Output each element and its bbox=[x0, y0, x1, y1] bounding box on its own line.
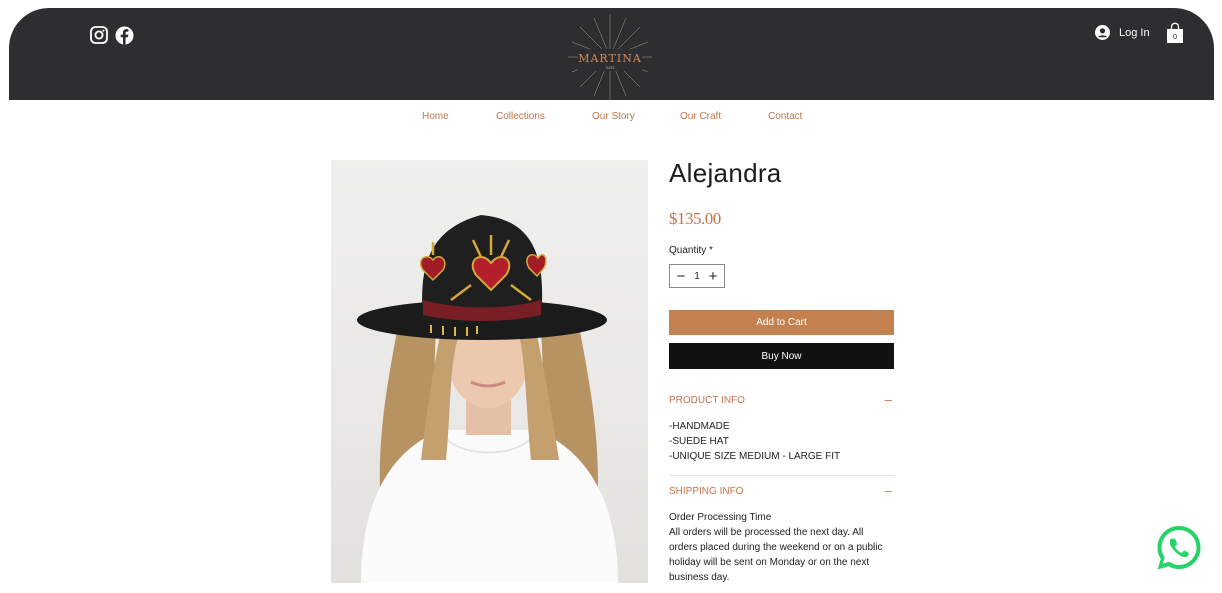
login-button[interactable]: Log In bbox=[1095, 25, 1150, 40]
shipping-info-line: business day. bbox=[669, 572, 730, 583]
shipping-info-line: orders placed during the weekend or on a… bbox=[669, 542, 883, 553]
quantity-label: Quantity * bbox=[669, 245, 713, 256]
main-nav: Home Collections Our Story Our Craft Con… bbox=[0, 111, 1222, 125]
shipping-info-line: Order Processing Time bbox=[669, 512, 772, 523]
product-title: Alejandra bbox=[669, 158, 782, 188]
site-header: MARTINA HATS Log In 0 bbox=[9, 8, 1214, 100]
nav-item-collections[interactable]: Collections bbox=[496, 111, 545, 122]
login-label: Log In bbox=[1119, 26, 1150, 39]
shipping-info-content: Order Processing Time All orders will be… bbox=[669, 510, 894, 585]
shipping-info-title: SHIPPING INFO bbox=[669, 486, 744, 497]
buy-now-button[interactable]: Buy Now bbox=[669, 343, 894, 369]
plus-icon[interactable]: + bbox=[706, 269, 720, 284]
product-info-content: -HANDMADE -SUEDE HAT -UNIQUE SIZE MEDIUM… bbox=[669, 419, 894, 464]
collapse-icon[interactable]: – bbox=[885, 483, 892, 498]
shopping-bag-icon: 0 bbox=[1167, 22, 1183, 43]
collapse-icon[interactable]: – bbox=[885, 392, 892, 407]
brand-name: MARTINA bbox=[578, 52, 642, 65]
quantity-stepper[interactable]: − 1 + bbox=[669, 264, 725, 288]
add-to-cart-button[interactable]: Add to Cart bbox=[669, 310, 894, 335]
product-info-header[interactable]: PRODUCT INFO – bbox=[669, 392, 894, 407]
user-icon bbox=[1095, 25, 1110, 40]
product-image[interactable] bbox=[331, 160, 648, 583]
brand-sub: HATS bbox=[605, 66, 615, 70]
section-divider bbox=[669, 475, 894, 476]
nav-item-home[interactable]: Home bbox=[422, 111, 449, 122]
product-info-line: -SUEDE HAT bbox=[669, 436, 729, 447]
nav-item-our-craft[interactable]: Our Craft bbox=[680, 111, 721, 122]
cart-count: 0 bbox=[1173, 33, 1177, 41]
nav-item-our-story[interactable]: Our Story bbox=[592, 111, 635, 122]
minus-icon[interactable]: − bbox=[674, 269, 688, 284]
product-price: $135.00 bbox=[669, 209, 721, 228]
shipping-info-line: All orders will be processed the next da… bbox=[669, 527, 864, 538]
nav-item-contact[interactable]: Contact bbox=[768, 111, 802, 122]
shipping-info-line: holiday will be sent on Monday or on the… bbox=[669, 557, 870, 568]
product-info-line: -UNIQUE SIZE MEDIUM - LARGE FIT bbox=[669, 451, 841, 462]
shipping-info-header[interactable]: SHIPPING INFO – bbox=[669, 483, 894, 498]
product-info-title: PRODUCT INFO bbox=[669, 395, 745, 406]
facebook-icon[interactable] bbox=[115, 26, 134, 45]
cart-button[interactable]: 0 bbox=[1166, 22, 1184, 44]
whatsapp-icon[interactable] bbox=[1155, 524, 1203, 572]
quantity-value[interactable]: 1 bbox=[694, 271, 700, 282]
product-info-line: -HANDMADE bbox=[669, 421, 730, 432]
brand-logo[interactable]: MARTINA HATS bbox=[564, 14, 656, 100]
instagram-icon[interactable] bbox=[90, 26, 108, 44]
